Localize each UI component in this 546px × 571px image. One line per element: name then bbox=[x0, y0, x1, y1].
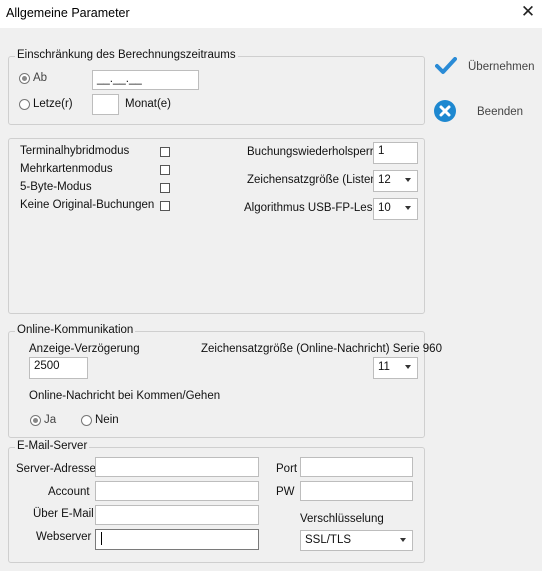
online-font-label: Zeichensatzgröße (Online-Nachricht) Seri… bbox=[201, 343, 442, 355]
terminalhybrid-checkbox[interactable] bbox=[160, 147, 170, 157]
online-font-select[interactable]: 11 bbox=[373, 357, 418, 379]
apply-button[interactable]: Übernehmen bbox=[433, 55, 538, 79]
ja-radio[interactable] bbox=[30, 415, 41, 426]
berechnung-legend: Einschränkung des Berechnungszeitraums bbox=[15, 49, 238, 61]
sperre-field[interactable]: 1 bbox=[373, 142, 418, 164]
ueber-field[interactable] bbox=[95, 505, 259, 525]
zeichensatz-value: 12 bbox=[378, 174, 391, 186]
text-cursor bbox=[101, 532, 102, 545]
delay-label: Anzeige-Verzögerung bbox=[29, 343, 140, 355]
online-font-value: 11 bbox=[378, 361, 390, 373]
port-field[interactable] bbox=[300, 457, 413, 477]
check-label-5byte: 5-Byte-Modus bbox=[20, 181, 92, 193]
email-legend: E-Mail-Server bbox=[15, 440, 90, 452]
zeichensatz-select[interactable]: 12 bbox=[373, 170, 418, 192]
zeichensatz-label: Zeichensatzgröße (Listen) bbox=[247, 174, 381, 186]
check-label-mehrkarten: Mehrkartenmodus bbox=[20, 163, 113, 175]
account-field[interactable] bbox=[95, 481, 259, 501]
5byte-checkbox[interactable] bbox=[160, 183, 170, 193]
chevron-down-icon bbox=[405, 365, 411, 369]
close-icon[interactable]: ✕ bbox=[519, 3, 537, 21]
exit-button[interactable]: Beenden bbox=[433, 99, 538, 125]
chevron-down-icon bbox=[405, 206, 411, 210]
window-border bbox=[542, 28, 546, 571]
chevron-down-icon bbox=[400, 538, 406, 542]
account-label: Account bbox=[48, 486, 90, 498]
monat-count-field[interactable] bbox=[92, 94, 119, 115]
verschluesselung-value: SSL/TLS bbox=[305, 534, 352, 546]
verschluesselung-select[interactable]: SSL/TLS bbox=[300, 530, 413, 551]
nein-label: Nein bbox=[95, 414, 119, 426]
online-legend: Online-Kommunikation bbox=[15, 324, 136, 336]
server-field[interactable] bbox=[95, 457, 259, 477]
verschluesselung-label: Verschlüsselung bbox=[300, 513, 384, 525]
algorithmus-select[interactable]: 10 bbox=[373, 198, 418, 220]
port-label: Port bbox=[276, 463, 298, 475]
exit-label: Beenden bbox=[477, 106, 524, 118]
date-field[interactable]: __.__.__ bbox=[92, 70, 199, 90]
check-label-keine-original: Keine Original-Buchungen bbox=[20, 199, 155, 211]
window-title: Allgemeine Parameter bbox=[6, 6, 130, 20]
pw-field[interactable] bbox=[300, 481, 413, 501]
webserver-label: Webserver bbox=[36, 531, 92, 543]
letzte-radio[interactable] bbox=[19, 99, 30, 110]
nein-radio[interactable] bbox=[81, 415, 92, 426]
algorithmus-label: Algorithmus USB-FP-Leser bbox=[244, 202, 383, 214]
algorithmus-value: 10 bbox=[378, 202, 391, 214]
online-msg-label: Online-Nachricht bei Kommen/Gehen bbox=[29, 390, 221, 402]
pw-label: PW bbox=[276, 486, 295, 498]
apply-label: Übernehmen bbox=[468, 61, 535, 73]
cancel-circle-icon bbox=[434, 100, 456, 122]
ueber-label: Über E-Mail bbox=[33, 508, 94, 520]
delay-field[interactable]: 2500 bbox=[29, 357, 88, 379]
checkmark-icon bbox=[435, 57, 457, 74]
sperre-label: Buchungswiederholsperre bbox=[247, 146, 380, 158]
keine-original-checkbox[interactable] bbox=[160, 201, 170, 211]
chevron-down-icon bbox=[405, 178, 411, 182]
webserver-field[interactable] bbox=[95, 529, 259, 550]
ja-label: Ja bbox=[44, 414, 57, 426]
mehrkarten-checkbox[interactable] bbox=[160, 165, 170, 175]
check-label-terminalhybrid: Terminalhybridmodus bbox=[20, 145, 130, 157]
berechnung-group bbox=[8, 56, 425, 125]
monat-label: Monat(e) bbox=[125, 98, 172, 110]
letzte-label: Letze(r) bbox=[33, 98, 73, 110]
ab-label: Ab bbox=[33, 72, 48, 84]
server-label: Server-Adresse bbox=[16, 463, 96, 475]
ab-radio[interactable] bbox=[19, 73, 30, 84]
